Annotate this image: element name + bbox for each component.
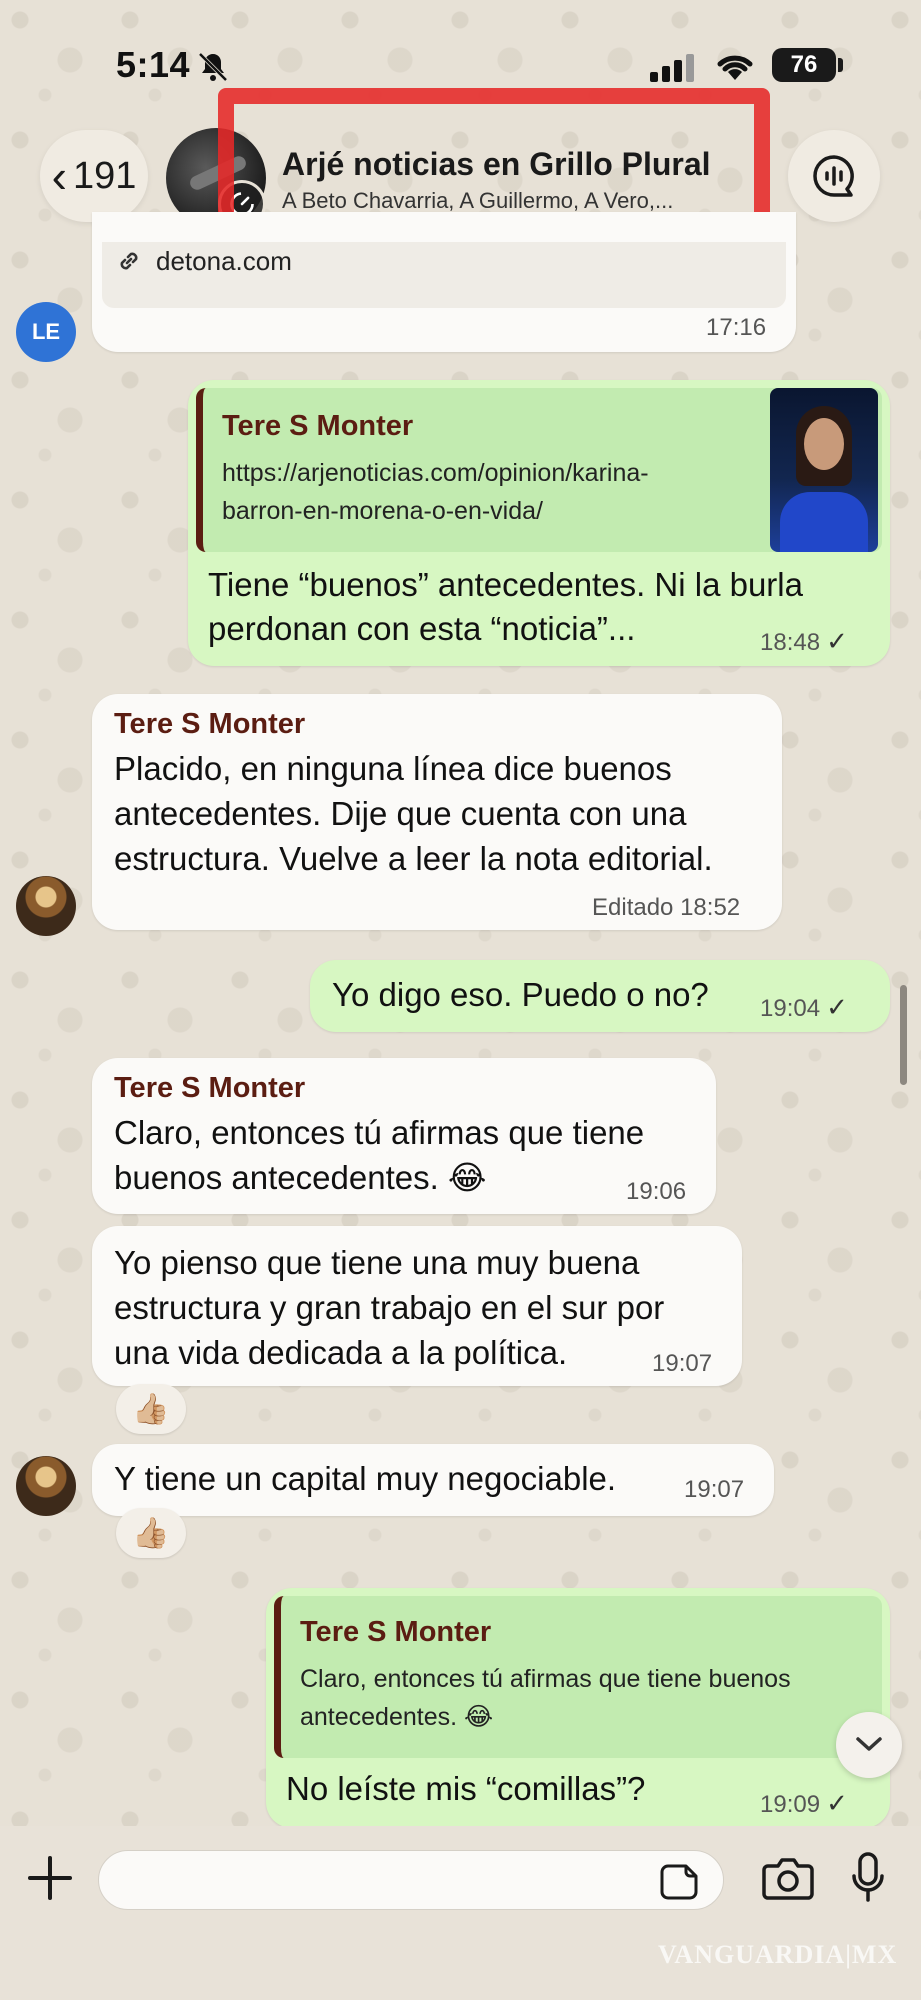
message-text-line1: Yo pienso que tiene una muy buena xyxy=(114,1244,640,1281)
message-bubble-outgoing[interactable]: Tere S Monter Claro, entonces tú afirmas… xyxy=(266,1588,890,1828)
avatar[interactable]: LE xyxy=(16,302,76,362)
message-bubble-incoming[interactable]: Y tiene un capital muy negociable. 19:07 xyxy=(92,1444,774,1516)
quote-url-line1: https://arjenoticias.com/opinion/karina- xyxy=(222,459,649,487)
message-text-line3: una vida dedicada a la política. xyxy=(114,1334,568,1371)
photo-jacket xyxy=(780,492,868,552)
message-bubble-outgoing[interactable]: Yo digo eso. Puedo o no? 19:04 ✓ xyxy=(310,960,890,1032)
message-text-line1: Claro, entonces tú afirmas que tiene xyxy=(114,1114,645,1151)
quote-sender: Tere S Monter xyxy=(300,1616,492,1648)
camera-icon[interactable] xyxy=(762,1856,814,1900)
message-time: 19:04 ✓ xyxy=(760,992,848,1022)
message-time: 17:16 xyxy=(706,314,767,341)
battery-tip xyxy=(838,58,843,72)
message-bubble-incoming[interactable]: Tere S Monter Placido, en ninguna línea … xyxy=(92,694,782,930)
quote-text-line2: antecedentes. 😂 xyxy=(300,1703,494,1731)
edited-time: Editado 18:52 xyxy=(592,894,741,921)
wifi-icon xyxy=(717,55,753,80)
link-icon xyxy=(120,252,138,270)
message-time: 19:07 xyxy=(684,1476,745,1503)
bell-slash-icon xyxy=(198,52,228,82)
scroll-to-bottom-button[interactable] xyxy=(836,1712,902,1778)
scrollbar[interactable] xyxy=(900,985,907,1085)
sent-check-icon: ✓ xyxy=(826,626,848,656)
battery-level: 76 xyxy=(772,48,836,82)
watermark: VANGUARDIA|MX xyxy=(658,1940,898,1969)
message-text-line1: Tiene “buenos” antecedentes. Ni la burla xyxy=(208,566,803,603)
message-bubble-incoming[interactable]: Tere S Monter Claro, entonces tú afirmas… xyxy=(92,1058,716,1214)
message-text-line3: estructura. Vuelve a leer la nota editor… xyxy=(114,840,713,877)
message-bubble-incoming[interactable]: Yo pienso que tiene una muy buena estruc… xyxy=(92,1226,742,1386)
back-button[interactable]: ‹ 191 xyxy=(40,130,148,222)
unread-count: 191 xyxy=(72,154,137,197)
link-domain[interactable]: detona.com xyxy=(156,246,292,277)
voice-chat-button[interactable] xyxy=(788,130,880,222)
message-time: 19:07 xyxy=(652,1350,713,1377)
message-text: No leíste mis “comillas”? xyxy=(286,1770,646,1807)
message-input[interactable] xyxy=(98,1850,724,1910)
message-text-line2: perdonan con esta “noticia”... xyxy=(208,610,636,647)
status-time: 5:14 xyxy=(116,44,191,85)
link-preview-image[interactable] xyxy=(770,388,878,552)
thumbs-up-reaction[interactable]: 👍🏼 xyxy=(116,1508,186,1558)
message-text: Y tiene un capital muy negociable. xyxy=(114,1460,617,1497)
sender-name[interactable]: Tere S Monter xyxy=(114,708,305,741)
message-text-line1: Placido, en ninguna línea dice buenos xyxy=(114,750,672,787)
message-time: 18:48 ✓ xyxy=(760,626,848,656)
message-time: 19:09 ✓ xyxy=(760,1788,848,1818)
chevron-left-icon: ‹ xyxy=(51,150,67,202)
thumbs-up-reaction[interactable]: 👍🏼 xyxy=(116,1384,186,1434)
quote-url-line2: barron-en-morena-o-en-vida/ xyxy=(222,497,543,525)
avatar[interactable] xyxy=(16,876,76,936)
message-time: 19:06 xyxy=(626,1178,687,1205)
sticker-icon[interactable] xyxy=(660,1862,700,1902)
message-bubble-incoming[interactable]: detona.com 17:16 xyxy=(92,212,796,352)
sent-check-icon: ✓ xyxy=(826,1788,848,1818)
message-text-line2: buenos antecedentes. 😂 xyxy=(114,1159,487,1196)
quote-sender: Tere S Monter xyxy=(222,410,414,442)
avatar[interactable] xyxy=(16,1456,76,1516)
mic-icon[interactable] xyxy=(850,1852,886,1904)
message-text-line2: estructura y gran trabajo en el sur por xyxy=(114,1289,665,1326)
sender-name[interactable]: Tere S Monter xyxy=(114,1072,305,1105)
chevron-down-icon xyxy=(856,1737,882,1751)
voice-chat-icon xyxy=(813,155,854,197)
message-text: Yo digo eso. Puedo o no? xyxy=(332,976,709,1013)
plus-icon[interactable] xyxy=(24,1852,76,1904)
message-text-line2: antecedentes. Dije que cuenta con una xyxy=(114,795,687,832)
photo-face xyxy=(804,418,844,470)
signal-icon xyxy=(650,54,694,82)
quote-text-line1: Claro, entonces tú afirmas que tiene bue… xyxy=(300,1665,791,1693)
sent-check-icon: ✓ xyxy=(826,992,848,1022)
